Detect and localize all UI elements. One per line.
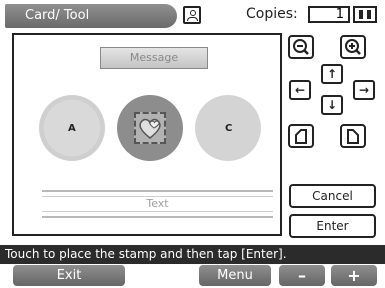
spinner-bar-icon [359,10,363,19]
arrow-down-icon: ↓ [326,98,338,112]
stamp-circle-a[interactable]: A [39,95,105,161]
rotate-left-button[interactable] [288,124,314,148]
user-icon[interactable] [183,6,201,24]
menu-button[interactable]: Menu [199,265,271,286]
copies-value[interactable]: 1 [308,6,350,23]
spinner-bar-icon [367,10,371,19]
rotate-right-icon [347,129,359,144]
arrow-up-icon: ↑ [326,67,338,81]
stamp-circle-selected[interactable] [117,95,183,161]
move-right-button[interactable]: → [353,80,375,100]
plus-button[interactable]: + [331,265,377,286]
move-down-button[interactable]: ↓ [321,95,343,115]
user-icon-head [190,10,196,16]
copies-spinner[interactable] [353,6,377,23]
user-icon-body [187,17,198,21]
heart-icon [139,118,161,139]
text-field[interactable]: Text [42,190,273,218]
move-up-button[interactable]: ↑ [321,64,343,84]
rotate-right-button[interactable] [340,124,366,148]
zoom-in-button[interactable] [340,35,366,59]
copies-label: Copies: [246,6,298,22]
window-title: Card/ Tool [5,4,177,28]
zoom-out-icon [293,39,309,55]
card-canvas[interactable]: Message A C Text [12,33,282,236]
status-message: Touch to place the stamp and then tap [E… [0,245,385,264]
stamp-label: C [225,123,233,134]
stamp-label: A [68,123,76,134]
arrow-right-icon: → [358,83,370,97]
enter-button[interactable]: Enter [289,214,376,238]
message-field[interactable]: Message [100,47,208,69]
zoom-in-icon [345,39,361,55]
arrow-left-icon: ← [294,83,306,97]
zoom-out-button[interactable] [288,35,314,59]
move-left-button[interactable]: ← [289,80,311,100]
minus-button[interactable]: – [279,265,325,286]
cancel-button[interactable]: Cancel [289,184,376,208]
rotate-left-icon [295,129,307,144]
heart-stamp[interactable] [134,112,166,144]
stamp-circle-c[interactable]: C [195,95,261,161]
exit-button[interactable]: Exit [13,265,125,286]
